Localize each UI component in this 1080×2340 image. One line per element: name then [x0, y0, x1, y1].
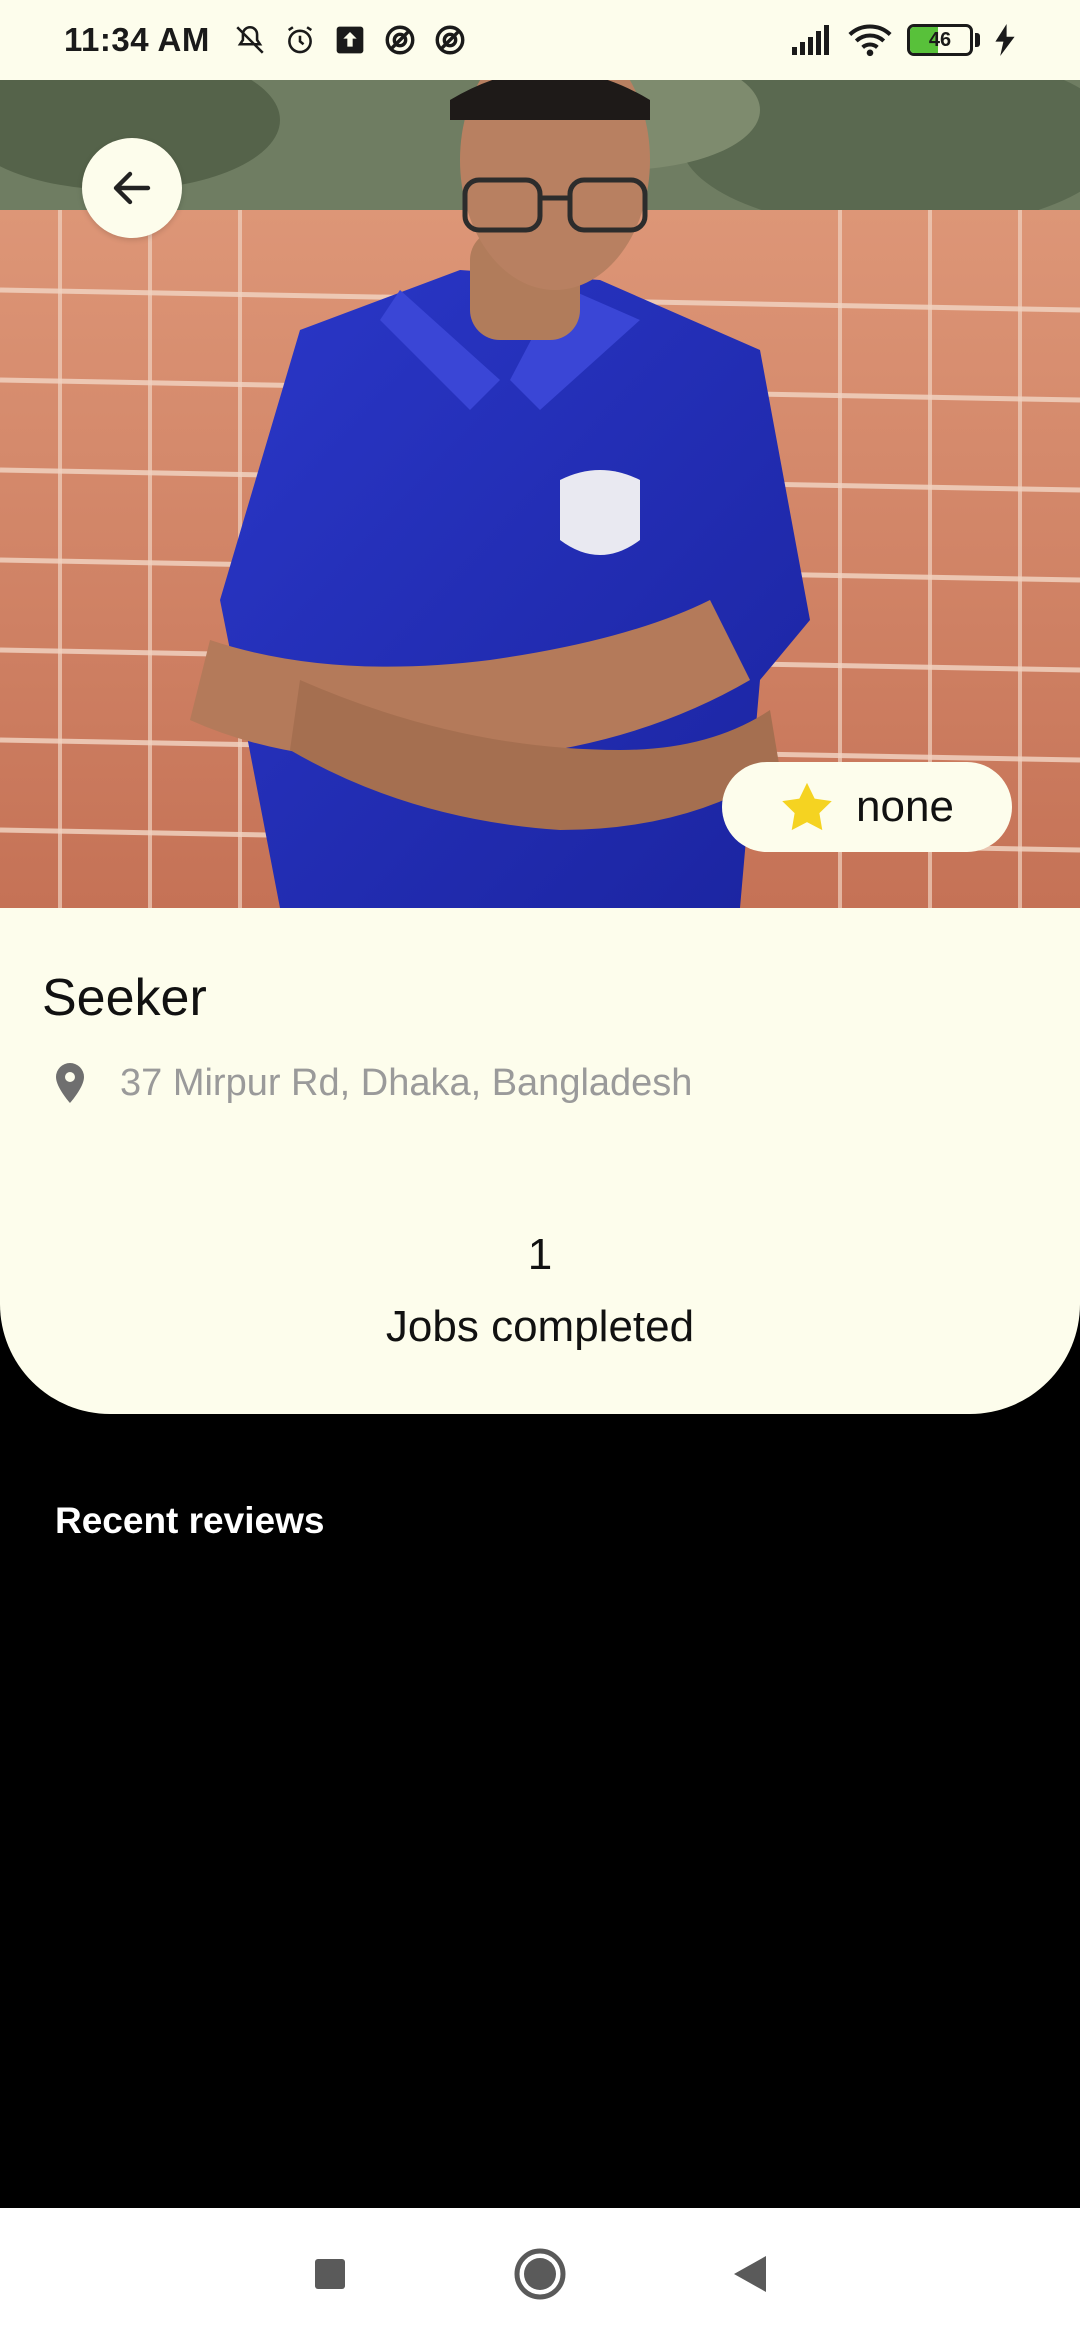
charging-icon	[994, 22, 1016, 58]
recent-reviews-heading: Recent reviews	[55, 1500, 325, 1541]
jobs-completed-count: 1	[527, 1230, 553, 1279]
rating-value: none	[856, 782, 954, 831]
back-nav-button[interactable]	[720, 2244, 780, 2304]
star-icon	[782, 782, 832, 831]
mute-icon	[232, 22, 268, 58]
alarm-icon	[282, 22, 318, 58]
signal-icon	[789, 22, 833, 58]
arrow-left-icon	[113, 171, 151, 205]
battery-icon: 46	[907, 24, 973, 56]
location-text: 37 Mirpur Rd, Dhaka, Bangladesh	[120, 1061, 693, 1104]
shirt-emblem	[560, 470, 640, 555]
sync-icon	[382, 22, 418, 58]
upload-icon	[332, 22, 368, 58]
location-row: 37 Mirpur Rd, Dhaka, Bangladesh	[46, 1058, 692, 1108]
sync-icon	[432, 22, 468, 58]
back-icon	[734, 2256, 766, 2292]
home-icon	[514, 2248, 566, 2300]
battery-tip	[975, 33, 980, 47]
home-button[interactable]	[510, 2244, 570, 2304]
status-time: 11:34 AM	[64, 21, 210, 58]
wifi-icon	[847, 22, 893, 58]
battery-level-text: 46	[928, 28, 952, 51]
location-pin-icon	[56, 1063, 84, 1103]
back-button[interactable]	[82, 138, 182, 238]
rating-badge: none	[722, 762, 1012, 852]
profile-card: Seeker 37 Mirpur Rd, Dhaka, Bangladesh 1…	[0, 908, 1080, 1414]
recents-icon	[315, 2259, 345, 2289]
profile-name: Seeker	[42, 969, 207, 1027]
system-navigation-bar	[0, 2208, 1080, 2340]
status-system-icons: 46	[789, 22, 1016, 58]
jobs-completed-label: Jobs completed	[385, 1302, 695, 1351]
status-notification-icons	[232, 22, 468, 58]
recents-button[interactable]	[300, 2244, 360, 2304]
status-bar: 11:34 AM 46	[0, 0, 1080, 80]
